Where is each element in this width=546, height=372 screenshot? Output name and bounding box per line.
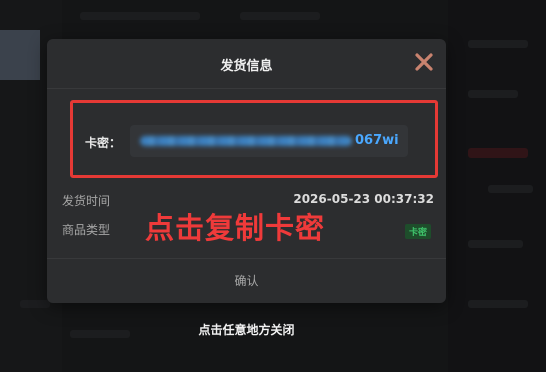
delivery-info-dialog: 发货信息 卡密： 067wi 发货时间 2026-05-23 00:37:32 … [47,39,446,303]
product-type-label: 商品类型 [62,223,111,237]
dismiss-hint[interactable]: 点击任意地方关闭 [47,321,446,338]
ship-time-value: 2026-05-23 00:37:32 [293,192,434,206]
card-key-field[interactable]: 067wi [130,125,408,157]
divider [47,88,446,89]
ship-time-label: 发货时间 [62,194,111,208]
card-key-label: 卡密： [85,136,122,150]
confirm-button[interactable]: 确认 [47,259,446,303]
copy-hint-annotation: 点击复制卡密 [145,211,326,245]
redacted-key-segment [140,136,352,146]
close-icon[interactable] [413,51,435,73]
card-key-highlight: 卡密： 067wi [70,100,438,178]
dialog-title: 发货信息 [220,59,273,74]
product-type-badge: 卡密 [404,224,431,239]
card-key-suffix: 067wi [355,133,399,148]
